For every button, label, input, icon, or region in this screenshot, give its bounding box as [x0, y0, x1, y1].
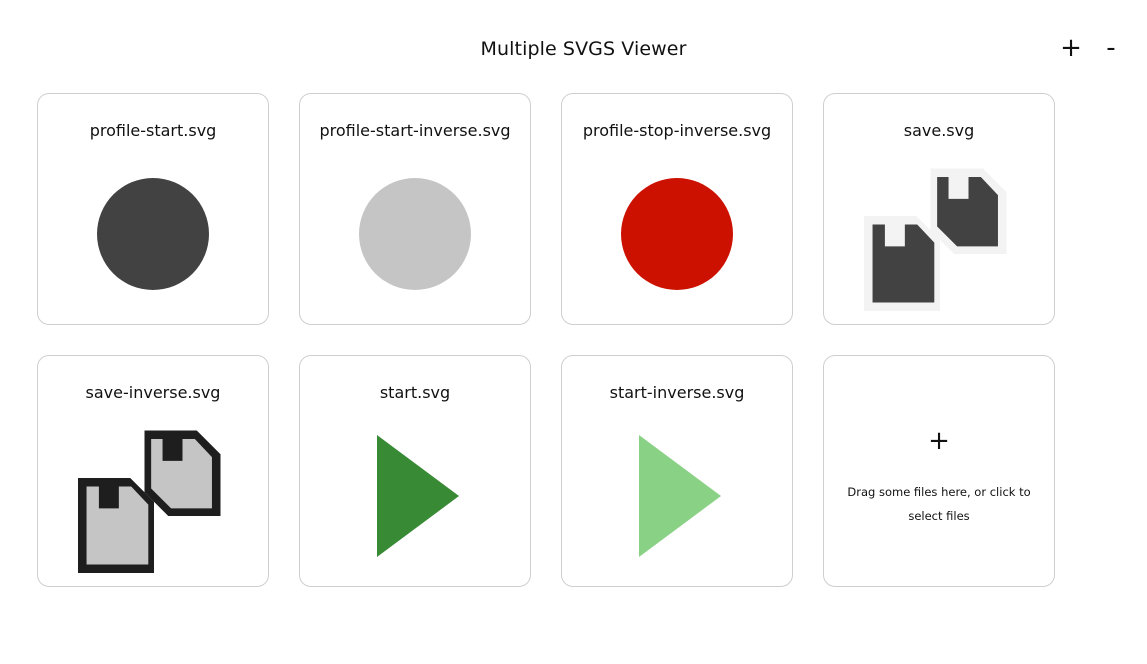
svg-card[interactable]: profile-start-inverse.svg: [299, 93, 531, 325]
svg-card[interactable]: profile-stop-inverse.svg: [561, 93, 793, 325]
svg-card[interactable]: profile-start.svg: [37, 93, 269, 325]
play-icon: [377, 435, 459, 557]
play-icon: [639, 435, 721, 557]
svg-filename: save-inverse.svg: [85, 383, 221, 402]
svg-card[interactable]: save.svg: [823, 93, 1055, 325]
svg-filename: profile-start.svg: [89, 121, 217, 140]
circle-icon: [621, 178, 733, 290]
circle-icon: [97, 178, 209, 290]
circle-icon: [359, 178, 471, 290]
svg-card[interactable]: start.svg: [299, 355, 531, 587]
app-page: Multiple SVGS Viewer + - profile-start.s…: [0, 0, 1147, 664]
page-title: Multiple SVGS Viewer: [480, 38, 687, 60]
dropzone-instructions: Drag some files here, or click to select…: [847, 485, 1031, 523]
svg-filename: save.svg: [903, 121, 975, 140]
zoom-out-button[interactable]: -: [1098, 34, 1124, 62]
floppy-disks-icon: [78, 430, 221, 573]
svg-card[interactable]: save-inverse.svg: [37, 355, 269, 587]
svg-card[interactable]: start-inverse.svg: [561, 355, 793, 587]
svg-filename: start-inverse.svg: [609, 383, 745, 402]
plus-icon: +: [928, 426, 950, 456]
svg-filename: start.svg: [379, 383, 451, 402]
svg-filename: profile-start-inverse.svg: [319, 121, 511, 140]
floppy-disks-icon: [864, 168, 1007, 311]
zoom-in-button[interactable]: +: [1058, 34, 1084, 62]
svg-grid: profile-start.svg profile-start-inverse.…: [37, 93, 1055, 587]
svg-filename: profile-stop-inverse.svg: [582, 121, 772, 140]
file-dropzone[interactable]: + Drag some files here, or click to sele…: [823, 355, 1055, 587]
